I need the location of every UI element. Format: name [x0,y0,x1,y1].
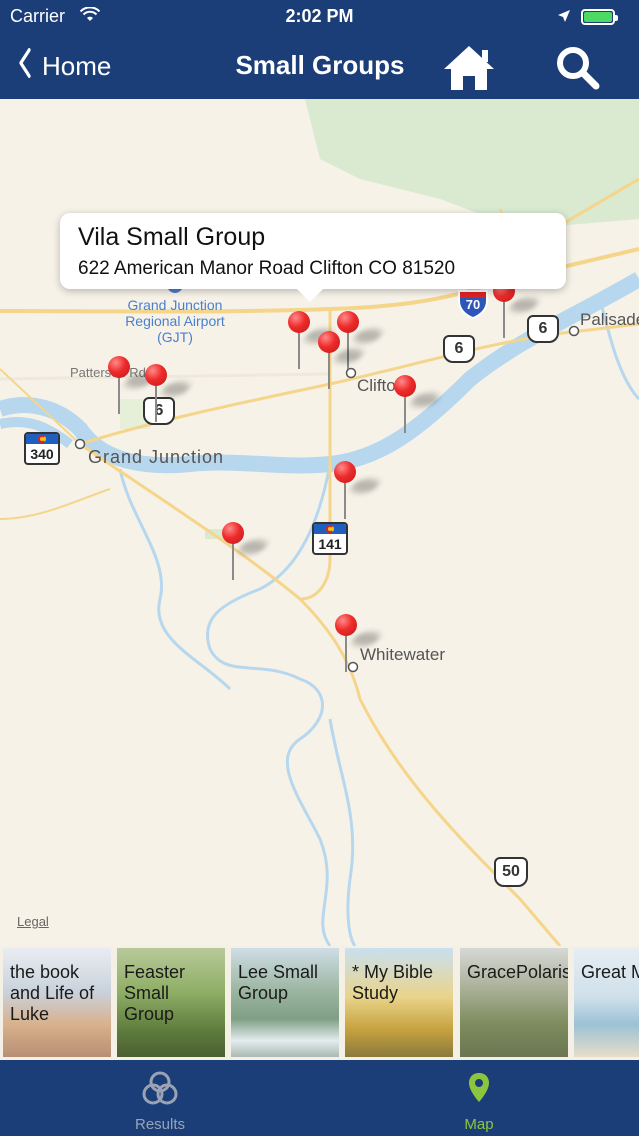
home-icon [444,46,494,90]
group-carousel[interactable]: the book and Life of Luke Feaster Small … [0,946,639,1060]
location-arrow-icon [557,7,571,28]
clock: 2:02 PM [285,6,354,26]
chevron-left-icon [19,47,32,85]
group-card-label: Feaster Small Group [124,962,186,1024]
group-card-label: Great M of the F [581,962,639,982]
battery-icon [581,9,618,25]
map-pin[interactable] [335,614,384,672]
map-view[interactable]: 70 6 6 6 340 141 50 Palisade Patterson R… [0,99,639,946]
search-icon [557,47,600,90]
map-pin[interactable] [222,522,271,580]
map-pin[interactable] [145,364,194,422]
us-6-shield: 6 [527,315,559,343]
map-label-airport: Grand Junction Regional Airport (GJT) [125,297,225,345]
group-card[interactable]: the book and Life of Luke [3,948,111,1057]
tab-map-label: Map [464,1116,494,1133]
legal-link[interactable]: Legal [17,914,49,929]
page-title: Small Groups [235,50,405,80]
group-card-label: the book and Life of Luke [10,962,95,1024]
us-50-shield: 50 [494,857,528,887]
map-callout[interactable]: Vila Small Group 622 American Manor Road… [60,213,566,302]
tab-results-label: Results [134,1116,186,1133]
tab-results[interactable]: Results [60,1060,260,1136]
interstate-70-label: 70 [465,297,481,312]
callout-address: 622 American Manor Road Clifton CO 81520 [78,258,456,279]
search-button[interactable] [552,42,602,92]
home-button[interactable] [440,42,498,92]
navigation-bar: Home Small Groups [0,36,639,99]
map-pin[interactable] [318,331,367,389]
callout-pointer [296,288,324,302]
co-141-shield: 141 [312,522,348,555]
interstate-70-shield: 70 [457,287,489,319]
map-pin[interactable] [288,311,337,369]
co-340-label: 340 [30,446,54,462]
status-bar: Carrier 2:02 PM [0,0,639,36]
co-340-shield: 340 [24,432,60,465]
back-button[interactable]: Home [16,47,112,85]
group-card-label: * My Bible Study [352,962,434,1003]
tab-bar: Results Map [0,1060,639,1136]
us-6-shield: 6 [443,335,475,363]
map-label-whitewater: Whitewater [360,645,446,664]
map-pin[interactable] [394,375,443,433]
group-card-label: GracePolaris [467,962,568,982]
map-pin[interactable] [108,356,157,414]
group-card[interactable]: Great M of the F [574,948,639,1057]
group-card[interactable]: Lee Small Group [231,948,339,1057]
rings-icon [142,1071,178,1105]
tab-map[interactable]: Map [379,1060,579,1136]
back-label: Home [42,50,112,81]
group-card[interactable]: Feaster Small Group [117,948,225,1057]
map-pin[interactable] [334,461,383,519]
map-label-palisade: Palisade [580,310,639,329]
group-card-label: Lee Small Group [238,962,319,1003]
co-141-label: 141 [318,536,342,552]
map-label-grand-junction: Grand Junction [88,447,225,467]
group-card[interactable]: * My Bible Study [345,948,453,1057]
callout-title: Vila Small Group [78,223,266,251]
group-card[interactable]: GracePolaris [460,948,568,1057]
map-pin-icon [469,1073,489,1102]
